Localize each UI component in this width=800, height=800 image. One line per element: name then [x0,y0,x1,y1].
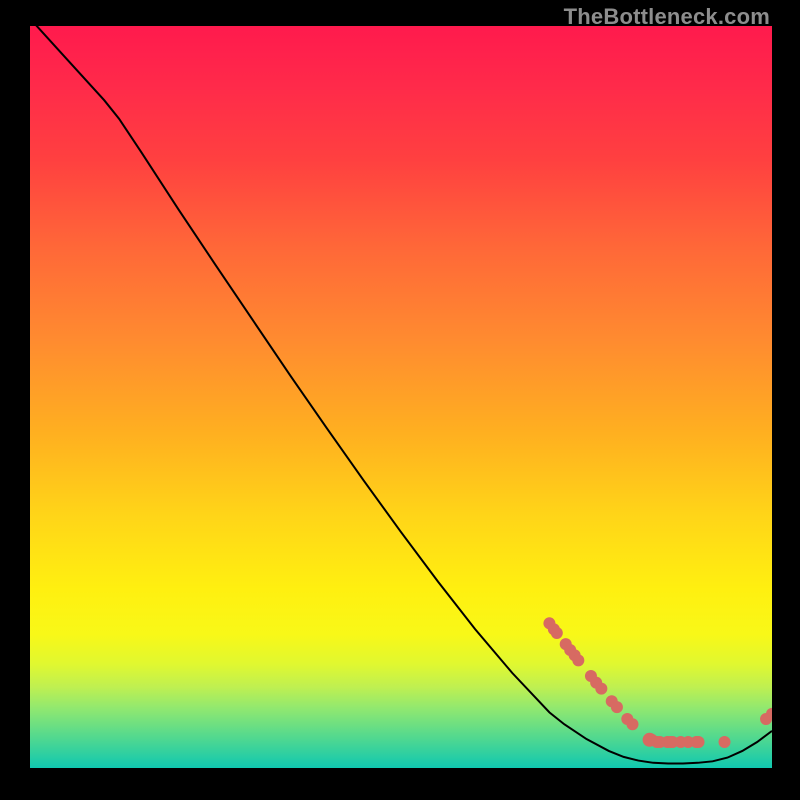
data-marker [572,654,584,666]
figure-frame: TheBottleneck.com [0,0,800,800]
bottleneck-curve [30,26,772,764]
data-marker [627,718,639,730]
data-marker [719,736,731,748]
data-marker [611,701,623,713]
plot-area [30,26,772,768]
data-marker [551,627,563,639]
data-marker [693,736,705,748]
chart-svg [30,26,772,768]
data-markers [543,617,772,748]
data-marker [595,683,607,695]
